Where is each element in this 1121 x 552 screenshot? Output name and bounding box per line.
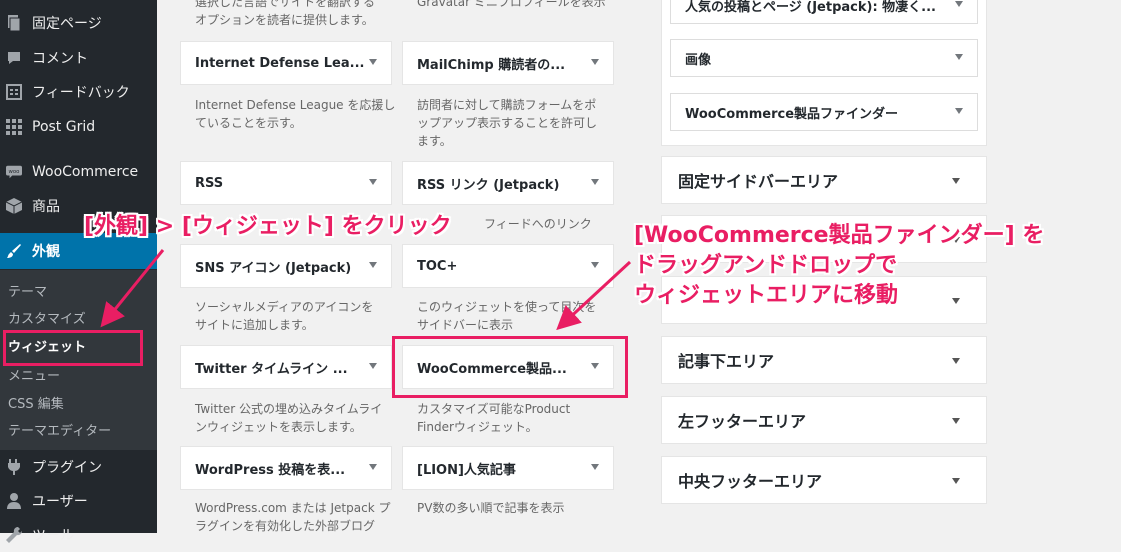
annotation-note-drag-line2: ドラッグアンドドロップで — [634, 253, 898, 278]
arrow-to-widgets-menu — [100, 249, 165, 328]
annotation-note-drag-line1: [WooCommerce製品ファインダー] を — [634, 223, 1045, 248]
annotation-note-drag-line3: ウィジェットエリアに移動 — [634, 283, 899, 308]
annotation-note-click-widgets: [外観] > [ウィジェット] をクリック — [84, 214, 452, 239]
annotation-arrows — [100, 249, 632, 331]
arrow-to-woocommerce-widget — [556, 260, 632, 331]
